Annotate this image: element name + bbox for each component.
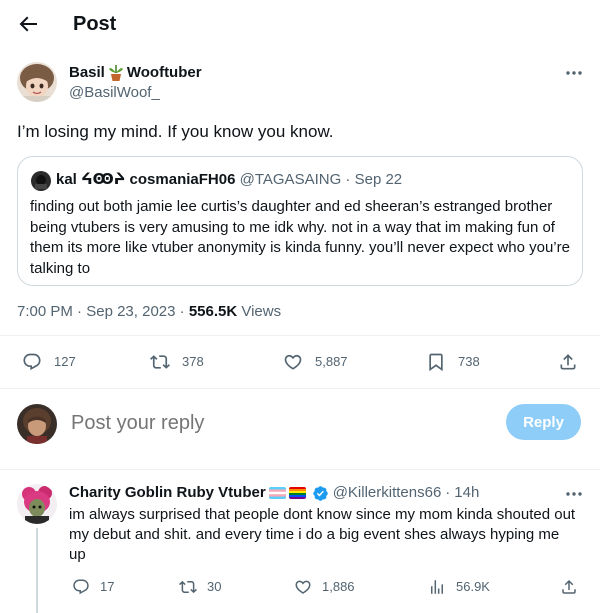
- reply-button[interactable]: Reply: [506, 404, 581, 440]
- like-action[interactable]: 5,887: [283, 352, 348, 372]
- trans-flag-icon: [268, 487, 286, 499]
- reply-icon: [73, 579, 89, 595]
- reply-icon: [23, 353, 41, 371]
- repost-icon: [179, 580, 197, 594]
- post-time[interactable]: 7:00 PM: [17, 303, 73, 320]
- comment-repost-count: 30: [207, 579, 222, 594]
- thread-line: [36, 528, 38, 613]
- comment-like-action[interactable]: 1,886: [294, 578, 355, 596]
- share-icon: [562, 579, 576, 594]
- quote-separator: ·: [345, 171, 351, 188]
- author-name-text: Basil: [69, 64, 105, 81]
- divider: [0, 335, 600, 336]
- current-user-avatar: [17, 404, 57, 444]
- repost-icon: [150, 355, 170, 369]
- author-avatar[interactable]: [17, 62, 57, 102]
- reply-count: 127: [54, 354, 76, 369]
- share-action[interactable]: [558, 352, 578, 372]
- comment-text: im always surprised that people dont kno…: [69, 506, 576, 563]
- views-label: Views: [241, 303, 282, 320]
- bookmark-action[interactable]: 738: [426, 352, 480, 372]
- reply-action[interactable]: 127: [22, 352, 76, 372]
- author-name[interactable]: Basil Wooftuber: [69, 63, 202, 83]
- potted-plant-icon: [108, 65, 123, 81]
- repost-count: 378: [182, 354, 204, 369]
- comment-author-avatar[interactable]: [17, 484, 57, 524]
- comment-more-options-button[interactable]: [564, 484, 584, 504]
- meta-separator: ·: [77, 303, 83, 320]
- heart-icon: [284, 354, 302, 370]
- post-meta: 7:00 PM · Sep 23, 2023 · 556.5K Views: [17, 302, 281, 322]
- quote-author-name: kal ᔦꙬᔨ cosmaniaFH06: [56, 171, 236, 188]
- comment-views-count: 56.9K: [456, 579, 490, 594]
- page-title: Post: [73, 13, 117, 35]
- quote-author-handle: @TAGASAING: [239, 171, 342, 188]
- repost-action[interactable]: 378: [150, 352, 204, 372]
- author-name-suffix: Wooftuber: [126, 64, 202, 81]
- rainbow-flag-icon: [288, 487, 306, 499]
- author-handle[interactable]: @BasilWoof_: [69, 83, 160, 103]
- bookmark-count: 738: [458, 354, 480, 369]
- comment-separator: ·: [445, 484, 451, 501]
- quote-date: Sep 22: [354, 171, 403, 188]
- quote-text: finding out both jamie lee curtis’s daug…: [30, 198, 570, 277]
- more-horizontal-icon: [566, 71, 582, 75]
- arrow-left-icon: [19, 16, 37, 32]
- views-count: 556.5K: [188, 303, 238, 320]
- analytics-icon: [431, 580, 443, 594]
- divider: [0, 388, 600, 389]
- comment-reply-action[interactable]: 17: [72, 578, 114, 596]
- quoted-post[interactable]: kal ᔦꙬᔨ cosmaniaFH06 @TAGASAING · Sep 22…: [17, 156, 583, 286]
- comment-views-action[interactable]: 56.9K: [428, 578, 490, 596]
- comment-reply-count: 17: [100, 579, 115, 594]
- bookmark-icon: [429, 353, 443, 372]
- quote-avatar: [31, 171, 51, 191]
- verified-badge-icon: [312, 485, 328, 501]
- comment-author-handle[interactable]: @Killerkittens66: [333, 483, 442, 503]
- share-icon: [560, 354, 576, 370]
- quote-header: kal ᔦꙬᔨ cosmaniaFH06 @TAGASAING · Sep 22: [56, 170, 402, 190]
- post-date[interactable]: Sep 23, 2023: [86, 303, 175, 320]
- back-button[interactable]: [16, 12, 40, 36]
- more-options-button[interactable]: [564, 63, 584, 83]
- meta-separator: ·: [179, 303, 185, 320]
- more-horizontal-icon: [566, 492, 582, 496]
- comment-repost-action[interactable]: 30: [179, 578, 221, 596]
- comment-time[interactable]: 14h: [454, 483, 479, 503]
- like-count: 5,887: [315, 354, 348, 369]
- reply-input[interactable]: [71, 410, 471, 436]
- post-text: I’m losing my mind. If you know you know…: [17, 122, 334, 141]
- comment-share-action[interactable]: [560, 578, 578, 596]
- comment-header: Charity Goblin Ruby Vtuber @Killerkitten…: [69, 483, 479, 503]
- comment-author-name[interactable]: Charity Goblin Ruby Vtuber: [69, 483, 266, 503]
- divider: [0, 469, 600, 470]
- comment-like-count: 1,886: [322, 579, 355, 594]
- heart-icon: [295, 580, 311, 594]
